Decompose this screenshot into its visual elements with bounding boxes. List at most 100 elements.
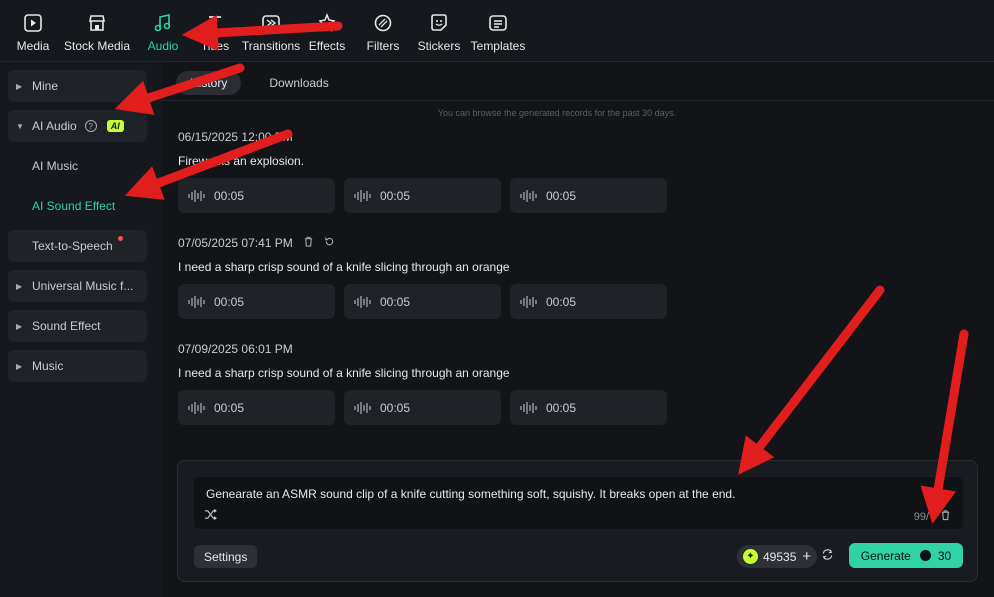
sidebar-item-label: AI Music xyxy=(32,159,79,173)
waveform-icon xyxy=(188,295,206,309)
clip-list: 00:05 00:05 00:05 xyxy=(178,178,676,213)
audio-clip[interactable]: 00:05 xyxy=(178,284,335,319)
sidebar-item-label: Text-to-Speech xyxy=(32,239,113,253)
sidebar-item-label: AI Audio xyxy=(32,119,77,133)
stock-media-icon xyxy=(86,12,108,34)
record-prompt: I need a sharp crisp sound of a knife sl… xyxy=(178,260,510,274)
sidebar-item-mine[interactable]: ▶ Mine xyxy=(8,70,147,102)
prompt-input[interactable]: Genearate an ASMR sound clip of a knife … xyxy=(194,477,963,529)
music-note-icon xyxy=(152,12,174,34)
audio-clip[interactable]: 00:05 xyxy=(178,178,335,213)
toolbar-titles[interactable]: Titles xyxy=(190,0,240,62)
audio-clip[interactable]: 00:05 xyxy=(344,390,501,425)
sidebar-item-label: Universal Music f... xyxy=(32,279,134,293)
clear-prompt-icon[interactable] xyxy=(940,509,951,524)
audio-clip[interactable]: 00:05 xyxy=(510,178,667,213)
regenerate-icon[interactable] xyxy=(324,236,335,250)
sidebar-item-text-to-speech[interactable]: Text-to-Speech xyxy=(8,230,147,262)
sidebar-item-ai-sound-effect[interactable]: AI Sound Effect xyxy=(8,190,147,222)
char-count: 99/ xyxy=(913,511,929,523)
toolbar-audio-label: Audio xyxy=(147,39,179,53)
waveform-icon xyxy=(354,295,372,309)
waveform-icon xyxy=(188,189,206,203)
toolbar-transitions[interactable]: Transitions xyxy=(240,0,302,62)
sidebar-item-universal-music[interactable]: ▶ Universal Music f... xyxy=(8,270,147,302)
record-time: 06/15/2025 12:00 PM xyxy=(178,130,676,144)
record-time: 07/05/2025 07:41 PM xyxy=(178,236,676,250)
clip-duration: 00:05 xyxy=(380,188,411,203)
refresh-icon[interactable] xyxy=(821,548,834,564)
generate-button[interactable]: Generate 30 xyxy=(849,543,963,568)
sidebar-item-label: Mine xyxy=(32,79,59,93)
sidebar-item-label: AI Sound Effect xyxy=(32,199,116,213)
clip-list: 00:05 00:05 00:05 xyxy=(178,390,676,425)
tab-history[interactable]: History xyxy=(176,71,242,95)
top-toolbar: Media Stock Media Audio Titles Transitio… xyxy=(0,0,994,62)
history-record: 07/05/2025 07:41 PM I need a sharp crisp… xyxy=(178,236,676,319)
generate-cost: 30 xyxy=(937,548,952,563)
clip-duration: 00:05 xyxy=(214,188,245,203)
audio-clip[interactable]: 00:05 xyxy=(344,178,501,213)
help-icon[interactable]: ? xyxy=(84,120,97,132)
toolbar-effects[interactable]: Effects xyxy=(302,0,352,62)
clip-duration: 00:05 xyxy=(546,188,577,203)
toolbar-titles-label: Titles xyxy=(200,39,230,53)
toolbar-templates[interactable]: Templates xyxy=(464,0,532,62)
transitions-icon xyxy=(260,12,282,34)
clip-duration: 00:05 xyxy=(546,294,577,309)
toolbar-transitions-label: Transitions xyxy=(241,39,301,53)
record-prompt: I need a sharp crisp sound of a knife sl… xyxy=(178,366,510,380)
record-time-text: 07/05/2025 07:41 PM xyxy=(178,236,293,250)
settings-button[interactable]: Settings xyxy=(194,545,258,568)
add-credits-icon[interactable]: + xyxy=(802,548,811,565)
sidebar-item-label: Sound Effect xyxy=(32,319,101,333)
toolbar-filters[interactable]: Filters xyxy=(352,0,414,62)
waveform-icon xyxy=(188,401,206,415)
tab-bar: History Downloads xyxy=(176,70,357,96)
generate-label: Generate xyxy=(860,548,911,563)
waveform-icon xyxy=(520,189,538,203)
stickers-icon xyxy=(428,12,450,34)
record-prompt: Fireworks an explosion. xyxy=(178,154,305,168)
toolbar-audio[interactable]: Audio xyxy=(136,0,190,62)
caret-right-icon: ▶ xyxy=(16,321,23,331)
filters-icon xyxy=(372,12,394,34)
templates-icon xyxy=(487,12,509,34)
toolbar-stickers[interactable]: Stickers xyxy=(414,0,464,62)
clip-duration: 00:05 xyxy=(546,400,577,415)
credits-value: 49535 xyxy=(763,549,797,564)
caret-down-icon: ▼ xyxy=(16,121,24,131)
prompt-text[interactable]: Genearate an ASMR sound clip of a knife … xyxy=(206,487,735,501)
audio-clip[interactable]: 00:05 xyxy=(510,390,667,425)
clip-duration: 00:05 xyxy=(380,294,411,309)
toolbar-stock-media-label: Stock Media xyxy=(63,39,131,53)
shuffle-icon[interactable] xyxy=(204,509,217,523)
credits-balance[interactable]: ✦ 49535 + xyxy=(737,545,818,568)
tab-downloads[interactable]: Downloads xyxy=(255,71,342,95)
record-time-text: 06/15/2025 12:00 PM xyxy=(178,130,293,144)
credit-coin-icon xyxy=(919,550,931,561)
history-notice: You can browse the generated records for… xyxy=(437,108,677,118)
sidebar-item-ai-music[interactable]: AI Music xyxy=(8,150,147,182)
toolbar-effects-label: Effects xyxy=(308,39,346,53)
audio-clip[interactable]: 00:05 xyxy=(178,390,335,425)
sidebar-item-sound-effect[interactable]: ▶ Sound Effect xyxy=(8,310,147,342)
sidebar: ▶ Mine ▼ AI Audio ? AI AI Music AI Sound… xyxy=(0,62,162,597)
generator-panel: Genearate an ASMR sound clip of a knife … xyxy=(177,460,978,582)
clip-list: 00:05 00:05 00:05 xyxy=(178,284,676,319)
waveform-icon xyxy=(354,401,372,415)
audio-clip[interactable]: 00:05 xyxy=(344,284,501,319)
toolbar-media[interactable]: Media xyxy=(8,0,58,62)
ai-badge: AI xyxy=(106,120,124,132)
clip-duration: 00:05 xyxy=(380,400,411,415)
waveform-icon xyxy=(354,189,372,203)
toolbar-stock-media[interactable]: Stock Media xyxy=(58,0,136,62)
waveform-icon xyxy=(520,401,538,415)
trash-icon[interactable] xyxy=(303,236,314,250)
sidebar-item-ai-audio[interactable]: ▼ AI Audio ? AI xyxy=(8,110,147,142)
toolbar-media-label: Media xyxy=(16,39,50,53)
credit-coin-icon: ✦ xyxy=(743,549,758,564)
effects-icon xyxy=(316,12,338,34)
audio-clip[interactable]: 00:05 xyxy=(510,284,667,319)
sidebar-item-music[interactable]: ▶ Music xyxy=(8,350,147,382)
